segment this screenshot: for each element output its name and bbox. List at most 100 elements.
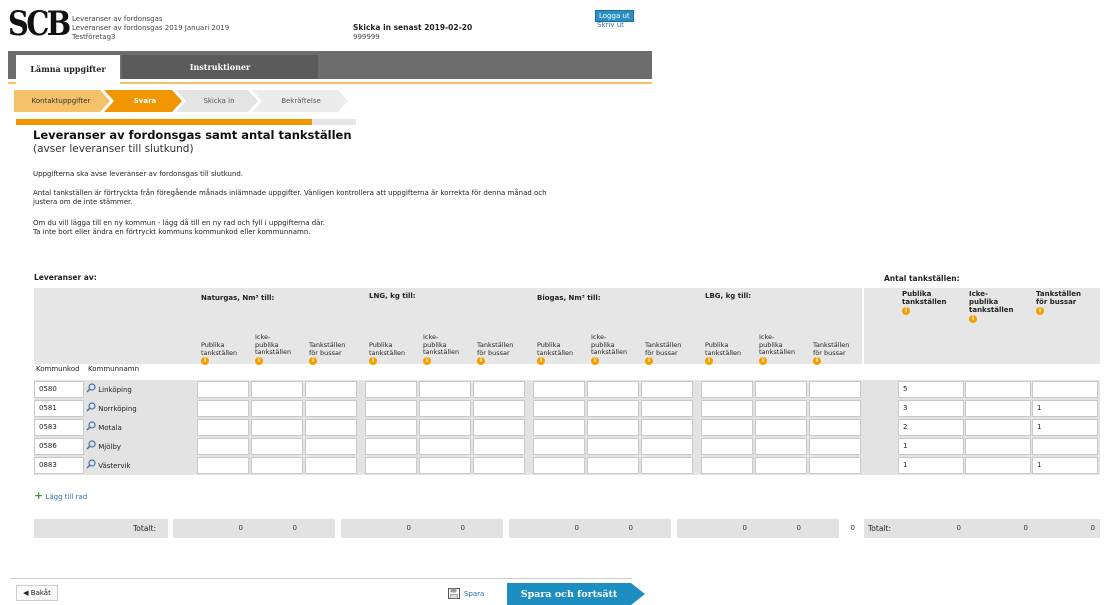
leverans-input[interactable] <box>305 419 357 436</box>
info-icon[interactable]: i <box>969 315 977 323</box>
info-icon[interactable]: i <box>255 356 263 365</box>
leverans-input[interactable] <box>197 381 249 398</box>
tankstallen-bussar-input[interactable] <box>1032 381 1098 398</box>
leverans-input[interactable] <box>587 457 639 474</box>
leverans-input[interactable] <box>587 419 639 436</box>
leverans-input[interactable] <box>197 457 249 474</box>
leverans-input[interactable] <box>197 419 249 436</box>
save-button[interactable]: Spara <box>448 588 484 599</box>
leverans-input[interactable] <box>473 438 525 455</box>
info-icon[interactable]: i <box>537 357 545 365</box>
leverans-input[interactable] <box>701 381 753 398</box>
tankstallen-bussar-input[interactable]: 1 <box>1032 457 1098 474</box>
step-bekraftelse[interactable]: Bekräftelse <box>258 91 344 111</box>
leverans-input[interactable] <box>755 400 807 417</box>
leverans-input[interactable] <box>809 381 861 398</box>
info-icon[interactable]: i <box>591 356 599 365</box>
kommunkod-field[interactable]: 0583 <box>34 419 84 436</box>
leverans-input[interactable] <box>251 438 303 455</box>
leverans-input[interactable] <box>701 400 753 417</box>
info-icon[interactable]: i <box>369 357 377 365</box>
step-svara[interactable]: Svara <box>110 91 180 111</box>
leverans-input[interactable] <box>251 419 303 436</box>
back-button[interactable]: ◀ Bakåt <box>16 585 58 601</box>
leverans-input[interactable] <box>251 381 303 398</box>
info-icon[interactable]: i <box>902 307 910 315</box>
leverans-input[interactable] <box>641 381 693 398</box>
leverans-input[interactable] <box>533 400 585 417</box>
leverans-input[interactable] <box>641 400 693 417</box>
leverans-input[interactable] <box>701 419 753 436</box>
icke-publika-tankstallen-input[interactable] <box>965 400 1031 417</box>
leverans-input[interactable] <box>419 381 471 398</box>
leverans-input[interactable] <box>533 438 585 455</box>
publika-tankstallen-input[interactable]: 2 <box>898 419 964 436</box>
leverans-input[interactable] <box>755 419 807 436</box>
leverans-input[interactable] <box>641 438 693 455</box>
icke-publika-tankstallen-input[interactable] <box>965 419 1031 436</box>
tankstallen-bussar-input[interactable]: 1 <box>1032 419 1098 436</box>
info-icon[interactable]: i <box>423 356 431 365</box>
leverans-input[interactable] <box>419 438 471 455</box>
leverans-input[interactable] <box>587 400 639 417</box>
save-and-continue-arrow[interactable] <box>631 583 645 605</box>
add-row-link[interactable]: + Lägg till rad <box>34 489 87 502</box>
leverans-input[interactable] <box>305 457 357 474</box>
tab-lamna-uppgifter[interactable]: Lämna uppgifter <box>16 55 120 84</box>
leverans-input[interactable] <box>365 457 417 474</box>
icke-publika-tankstallen-input[interactable] <box>965 381 1031 398</box>
leverans-input[interactable] <box>587 438 639 455</box>
save-and-continue-button[interactable]: Spara och fortsätt <box>507 583 631 605</box>
leverans-input[interactable] <box>419 457 471 474</box>
leverans-input[interactable] <box>365 400 417 417</box>
leverans-input[interactable] <box>473 457 525 474</box>
info-icon[interactable]: i <box>759 356 767 365</box>
leverans-input[interactable] <box>305 381 357 398</box>
print-link[interactable]: Skriv ut <box>597 21 624 29</box>
leverans-input[interactable] <box>365 438 417 455</box>
leverans-input[interactable] <box>533 457 585 474</box>
leverans-input[interactable] <box>641 457 693 474</box>
leverans-input[interactable] <box>197 400 249 417</box>
search-icon[interactable] <box>86 383 96 393</box>
leverans-input[interactable] <box>755 381 807 398</box>
leverans-input[interactable] <box>365 419 417 436</box>
info-icon[interactable]: i <box>813 357 821 365</box>
publika-tankstallen-input[interactable]: 5 <box>898 381 964 398</box>
leverans-input[interactable] <box>587 381 639 398</box>
kommunkod-field[interactable]: 0586 <box>34 438 84 455</box>
leverans-input[interactable] <box>251 400 303 417</box>
search-icon[interactable] <box>86 421 96 431</box>
tab-instruktioner[interactable]: Instruktioner <box>122 55 318 79</box>
leverans-input[interactable] <box>251 457 303 474</box>
icke-publika-tankstallen-input[interactable] <box>965 438 1031 455</box>
leverans-input[interactable] <box>809 419 861 436</box>
icke-publika-tankstallen-input[interactable] <box>965 457 1031 474</box>
info-icon[interactable]: i <box>309 357 317 365</box>
leverans-input[interactable] <box>419 419 471 436</box>
step-kontaktuppgifter[interactable]: Kontaktuppgifter <box>14 91 108 111</box>
info-icon[interactable]: i <box>201 357 209 365</box>
info-icon[interactable]: i <box>705 357 713 365</box>
leverans-input[interactable] <box>809 438 861 455</box>
leverans-input[interactable] <box>197 438 249 455</box>
tankstallen-bussar-input[interactable] <box>1032 438 1098 455</box>
leverans-input[interactable] <box>473 419 525 436</box>
kommunkod-field[interactable]: 0883 <box>34 457 84 474</box>
leverans-input[interactable] <box>809 400 861 417</box>
leverans-input[interactable] <box>473 381 525 398</box>
leverans-input[interactable] <box>755 438 807 455</box>
leverans-input[interactable] <box>533 419 585 436</box>
leverans-input[interactable] <box>305 400 357 417</box>
leverans-input[interactable] <box>305 438 357 455</box>
leverans-input[interactable] <box>419 400 471 417</box>
publika-tankstallen-input[interactable]: 3 <box>898 400 964 417</box>
kommunkod-field[interactable]: 0581 <box>34 400 84 417</box>
publika-tankstallen-input[interactable]: 1 <box>898 438 964 455</box>
tankstallen-bussar-input[interactable]: 1 <box>1032 400 1098 417</box>
search-icon[interactable] <box>86 402 96 412</box>
leverans-input[interactable] <box>533 381 585 398</box>
leverans-input[interactable] <box>641 419 693 436</box>
search-icon[interactable] <box>86 440 96 450</box>
leverans-input[interactable] <box>701 438 753 455</box>
